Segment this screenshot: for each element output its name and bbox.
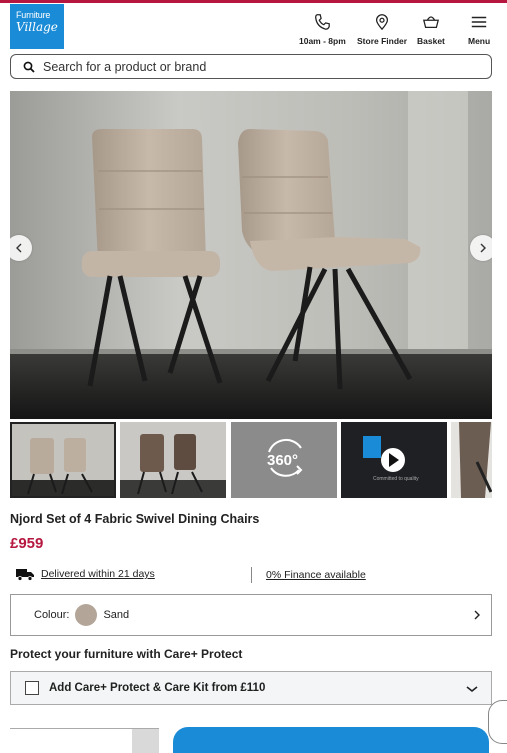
basket-link[interactable]: Basket xyxy=(417,13,445,46)
hamburger-menu-icon xyxy=(471,16,487,28)
furniture-village-logo[interactable]: Furniture Village xyxy=(10,4,64,49)
gallery-next-button[interactable] xyxy=(470,235,492,261)
delivery-truck-icon xyxy=(16,569,34,581)
delivery-link[interactable]: Delivered within 21 days xyxy=(41,568,155,580)
menu-label: Menu xyxy=(468,36,491,46)
thumbnail-strip: 360° Committed to quality xyxy=(10,422,492,498)
thumbnail-image xyxy=(120,422,226,498)
chat-widget-tab[interactable] xyxy=(488,700,507,744)
thumbnail-sand-chairs[interactable] xyxy=(10,422,116,498)
basket-icon xyxy=(422,16,439,29)
product-title: Njord Set of 4 Fabric Swivel Dining Chai… xyxy=(10,512,260,526)
logo-text-top: Furniture xyxy=(16,10,51,20)
colour-label: Colour: xyxy=(34,609,70,621)
video-thumbnail-image: Committed to quality xyxy=(341,422,447,498)
care-protect-checkbox[interactable] xyxy=(25,681,39,695)
video-caption: Committed to quality xyxy=(373,476,419,482)
search-input[interactable] xyxy=(43,59,463,74)
store-finder-label: Store Finder xyxy=(357,36,408,46)
add-to-basket-button[interactable] xyxy=(173,727,489,753)
thumbnail-detail[interactable] xyxy=(451,422,492,498)
colour-selector[interactable]: Colour: Sand xyxy=(10,594,492,636)
care-protect-label: Add Care+ Protect & Care Kit from £110 xyxy=(49,682,266,694)
chevron-down-icon[interactable] xyxy=(466,684,478,694)
chevron-right-icon xyxy=(480,243,486,253)
product-price: £959 xyxy=(10,535,44,552)
thumbnail-image xyxy=(451,422,492,498)
thumbnail-video[interactable]: Committed to quality xyxy=(341,422,447,498)
care-protect-option[interactable]: Add Care+ Protect & Care Kit from £110 xyxy=(10,671,492,705)
product-main-image[interactable] xyxy=(10,91,492,419)
rotate-360-label: 360° xyxy=(267,452,298,469)
colour-swatch xyxy=(75,604,98,626)
search-icon xyxy=(23,61,35,73)
menu-button[interactable]: Menu xyxy=(468,13,490,46)
location-pin-icon xyxy=(376,14,389,31)
chevron-right-icon xyxy=(474,610,480,620)
chevron-left-icon xyxy=(16,243,22,253)
colour-value: Sand xyxy=(103,609,130,621)
basket-label: Basket xyxy=(417,36,445,46)
delivery-finance-row: Delivered within 21 days 0% Finance avai… xyxy=(10,565,492,587)
thumbnail-360-view[interactable]: 360° xyxy=(231,422,337,498)
logo-text-bottom: Village xyxy=(16,20,58,34)
thumbnail-image xyxy=(12,424,114,496)
phone-icon xyxy=(315,14,331,30)
store-finder-link[interactable]: Store Finder xyxy=(357,13,407,46)
thumbnail-brown-chairs[interactable] xyxy=(120,422,226,498)
divider xyxy=(251,567,252,583)
delivery-info: Delivered within 21 days xyxy=(15,567,155,581)
site-header: Furniture Village 10am - 8pm Store Finde… xyxy=(0,3,507,53)
opening-hours-label: 10am - 8pm xyxy=(299,36,346,46)
opening-hours-link[interactable]: 10am - 8pm xyxy=(299,13,346,46)
search-bar[interactable] xyxy=(10,54,492,79)
rotate-360-icon: 360° xyxy=(231,422,337,498)
quantity-stepper[interactable] xyxy=(10,728,159,753)
care-protect-heading: Protect your furniture with Care+ Protec… xyxy=(10,647,243,661)
finance-link[interactable]: 0% Finance available xyxy=(266,569,366,581)
quantity-decrease-button[interactable] xyxy=(132,729,159,753)
chairs-photo xyxy=(10,91,492,419)
